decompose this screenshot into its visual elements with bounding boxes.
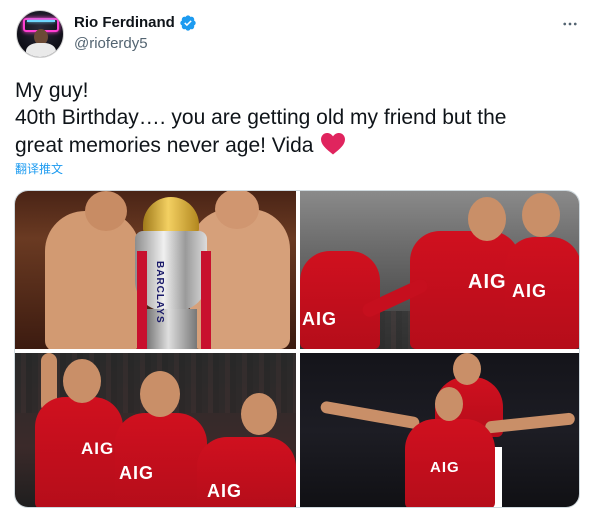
author-handle[interactable]: @rioferdy5 (74, 34, 148, 54)
translate-tweet-link[interactable]: 翻译推文 (15, 161, 63, 177)
tweet-text: My guy! 40th Birthday…. you are getting … (15, 77, 575, 159)
player-kit-1 (300, 251, 380, 349)
avatar-neon-line (27, 20, 55, 22)
trophy-sponsor-text: BARCLAYS (154, 261, 165, 324)
photo-arms-spread[interactable]: 5 AIG (300, 353, 579, 507)
player-left-torso (45, 211, 140, 349)
trophy-crown (143, 197, 199, 233)
kit-sponsor-middle: AIG (119, 463, 155, 483)
player-face-left (63, 359, 101, 403)
tweet-card: Rio Ferdinand @rioferdy5 My guy! 40th Bi… (0, 0, 590, 515)
author-display-name[interactable]: Rio Ferdinand (74, 13, 175, 33)
player-kit-middle (115, 413, 207, 507)
kit-sponsor-left: AIG (81, 439, 115, 458)
more-options-icon (563, 22, 577, 26)
kit-sponsor-right: AIG (207, 481, 243, 501)
avatar-body (26, 43, 56, 57)
author-name-row: Rio Ferdinand (74, 13, 197, 33)
player-face-front (435, 387, 463, 421)
verified-badge-icon (180, 15, 196, 31)
kit-sponsor-front: AIG (430, 459, 460, 476)
player-left-head (85, 191, 127, 231)
photo-trophy-celebration[interactable]: BARCLAYS (15, 191, 296, 349)
kit-sponsor-1: AIG (302, 309, 338, 329)
kit-sponsor-2: AIG (468, 271, 507, 293)
tweet-text-line-2: 40th Birthday…. you are getting old my f… (15, 106, 507, 129)
red-heart-emoji (321, 132, 346, 155)
tweet-text-line-1: My guy! (15, 79, 89, 102)
player-face-2 (468, 197, 506, 241)
player-face-right (241, 393, 277, 435)
player-face-back (453, 353, 481, 385)
kit-sponsor-3: AIG (512, 281, 548, 301)
more-options-button[interactable] (560, 14, 580, 34)
photo-goal-celebration[interactable]: AIG AIG AIG (300, 191, 579, 349)
player-face-3 (522, 193, 560, 237)
trophy-ribbon-left (137, 251, 147, 349)
photo-three-players[interactable]: AIG AIG AIG (15, 353, 296, 507)
player-left-arm (319, 400, 421, 430)
media-grid: BARCLAYS AIG AIG AIG AIG AIG AIG AIG (14, 190, 580, 508)
trophy-base (145, 309, 197, 349)
player-face-middle (140, 371, 180, 417)
trophy-ribbon-right (201, 251, 211, 349)
author-avatar[interactable] (16, 10, 64, 58)
tweet-text-line-3: great memories never age! Vida (15, 131, 575, 159)
tweet-text-line-3-text: great memories never age! Vida (15, 134, 314, 157)
